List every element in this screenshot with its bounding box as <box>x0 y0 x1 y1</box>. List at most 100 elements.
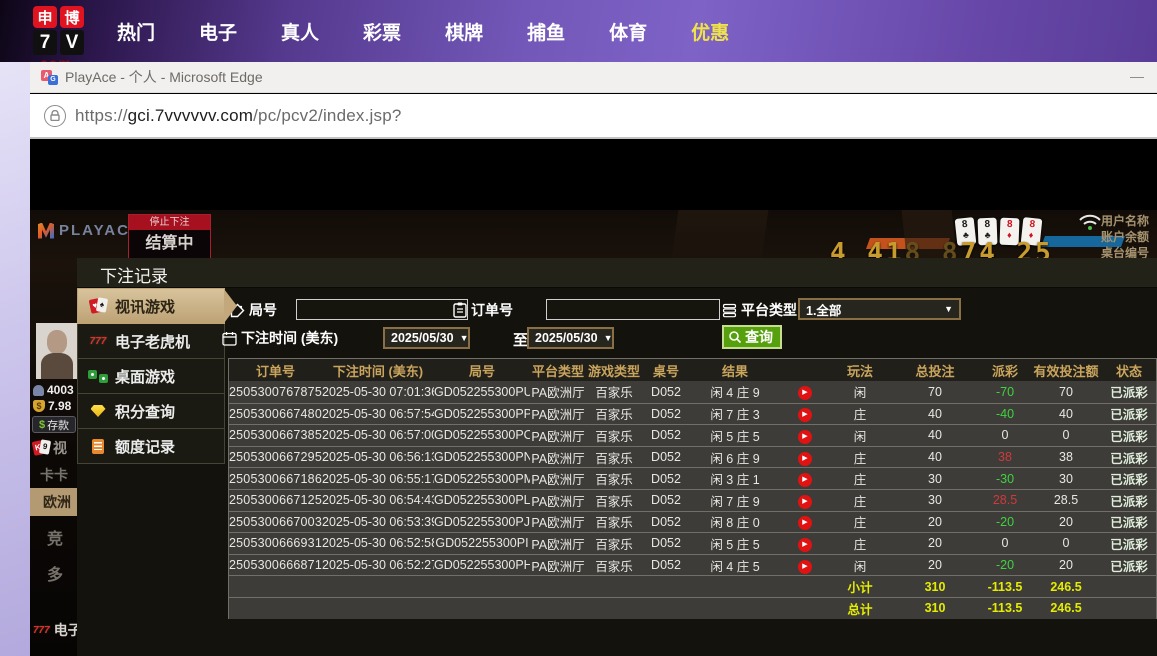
nav-item[interactable]: 体育 <box>609 18 647 45</box>
table-row: 250530066700327 2025-05-30 06:53:39 GD05… <box>229 511 1156 533</box>
date-to-value: 2025/05/30 <box>535 331 598 345</box>
round-id-input[interactable] <box>296 299 468 320</box>
replay-button[interactable]: ▶ <box>798 495 812 509</box>
chevron-down-icon: ▼ <box>604 333 613 343</box>
cell-bet-time: 2025-05-30 06:56:13 <box>322 450 434 464</box>
money-bag-icon: $ <box>33 400 45 412</box>
cell-total-bet: 30 <box>890 493 980 507</box>
cell-result: 闲 6 庄 9 <box>690 448 780 467</box>
cell-table-no: D052 <box>642 450 690 464</box>
cell-play-type: 庄 <box>830 404 890 423</box>
cell-game-type: 百家乐 <box>586 404 642 423</box>
cell-valid-bet: 0 <box>1030 536 1102 550</box>
cell-platform: PA欧洲厅 <box>530 534 586 553</box>
tab-video-games[interactable]: ♥♠ 视讯游戏 <box>77 288 225 324</box>
platform-type-label-text: 平台类型 <box>741 300 797 320</box>
cell-game-type: 百家乐 <box>586 491 642 510</box>
lobby-item-kaka[interactable]: 卡卡 <box>40 465 68 485</box>
cell-order-id: 250530076787515 <box>229 385 322 399</box>
nav-item[interactable]: 捕鱼 <box>527 18 565 45</box>
date-to-select[interactable]: 2025/05/30 ▼ <box>527 327 614 349</box>
cell-round-id: GD052255300PU <box>434 385 530 399</box>
cell-play-type: 庄 <box>830 512 890 531</box>
cell-game-type: 百家乐 <box>586 556 642 575</box>
header-cell: 订单号 <box>229 361 322 380</box>
nav-item[interactable]: 优惠 <box>691 18 729 45</box>
browser-urlbar[interactable]: https://gci.7vvvvvv.com/pc/pcv2/index.js… <box>30 94 1157 139</box>
lobby-item-europe-active[interactable]: 欧洲 <box>30 488 77 516</box>
cell-total-bet: 20 <box>890 536 980 550</box>
replay-button[interactable]: ▶ <box>798 408 812 422</box>
cell-play-type: 庄 <box>830 448 890 467</box>
replay-button[interactable]: ▶ <box>798 473 812 487</box>
table-body: 250530076787515 2025-05-30 07:01:36 GD05… <box>229 381 1156 575</box>
cell-round-id: GD052255300PH <box>434 558 530 572</box>
site-logo[interactable]: 申 博 7 V .com <box>33 6 91 62</box>
browser-titlebar[interactable]: AG PlayAce - 个人 - Microsoft Edge — <box>30 62 1157 93</box>
nav-item[interactable]: 彩票 <box>363 18 401 45</box>
replay-button[interactable]: ▶ <box>798 538 812 552</box>
subtotal-label: 小计 <box>830 577 890 596</box>
cell-total-bet: 70 <box>890 385 980 399</box>
lobby-jing-label: 竞 <box>47 525 63 549</box>
cell-play-type: 闲 <box>830 382 890 401</box>
platform-type-label: 平台类型 <box>722 300 797 320</box>
tab-slot-machines[interactable]: 777 电子老虎机 <box>77 323 225 359</box>
bet-time-label-text: 下注时间 (美东) <box>241 328 338 348</box>
replay-button[interactable]: ▶ <box>798 386 812 400</box>
cell-valid-bet: 28.5 <box>1030 493 1102 507</box>
nav-item[interactable]: 电子 <box>199 18 237 45</box>
tab-table-games-label: 桌面游戏 <box>115 366 175 387</box>
tab-points-query[interactable]: 积分查询 <box>77 393 225 429</box>
date-from-select[interactable]: 2025/05/30 ▼ <box>383 327 470 349</box>
deposit-label: 存款 <box>47 417 69 433</box>
table-row: 250530076787515 2025-05-30 07:01:36 GD05… <box>229 381 1156 403</box>
header-cell: 玩法 <box>830 361 890 380</box>
lobby-item-video[interactable]: K9 视 <box>33 438 67 458</box>
lobby-item-slots[interactable]: 777 电子 <box>33 620 82 640</box>
minimize-button[interactable]: — <box>1130 71 1144 83</box>
cell-table-no: D052 <box>642 472 690 486</box>
lobby-europe-label: 欧洲 <box>43 492 71 512</box>
site-navbar: 申 博 7 V .com 热门 电子 真人 彩票 棋牌 捕鱼 体育 优惠 <box>0 0 1157 62</box>
lobby-item-duo[interactable]: 多 <box>47 561 63 585</box>
replay-button[interactable]: ▶ <box>798 430 812 444</box>
cell-round-id: GD052255300PP <box>434 407 530 421</box>
dollar-icon: $ <box>39 419 45 431</box>
replay-button[interactable]: ▶ <box>798 516 812 530</box>
tab-credit-records[interactable]: 额度记录 <box>77 428 225 464</box>
cell-total-bet: 20 <box>890 515 980 529</box>
cell-platform: PA欧洲厅 <box>530 382 586 401</box>
order-id-input[interactable] <box>546 299 720 320</box>
user-avatar[interactable] <box>36 323 78 379</box>
slots-777-icon: 777 <box>33 625 50 636</box>
tab-slot-machines-label: 电子老虎机 <box>115 331 190 352</box>
nav-item[interactable]: 棋牌 <box>445 18 483 45</box>
logo-badge-bo: 博 <box>60 6 84 28</box>
lobby-duo-label: 多 <box>47 561 63 585</box>
dice-icon <box>86 370 110 383</box>
cell-table-no: D052 <box>642 493 690 507</box>
deposit-button[interactable]: $ 存款 <box>32 416 76 433</box>
tab-table-games[interactable]: 桌面游戏 <box>77 358 225 394</box>
url-host: gci.7vvvvvv.com <box>128 106 254 125</box>
table-row: 250530066712593 2025-05-30 06:54:43 GD05… <box>229 489 1156 511</box>
lock-icon[interactable] <box>44 105 66 127</box>
cell-valid-bet: 30 <box>1030 472 1102 486</box>
url-text[interactable]: https://gci.7vvvvvv.com/pc/pcv2/index.js… <box>75 106 402 126</box>
user-balance-value: 7.98 <box>48 399 71 413</box>
lobby-item-jing[interactable]: 竞 <box>47 525 63 549</box>
search-button[interactable]: 查询 <box>722 325 782 349</box>
tab-video-games-label: 视讯游戏 <box>115 296 175 317</box>
platform-type-select[interactable]: 1.全部 ▼ <box>798 298 961 320</box>
date-from-value: 2025/05/30 <box>391 331 454 345</box>
cell-play-type: 庄 <box>830 491 890 510</box>
replay-button[interactable]: ▶ <box>798 452 812 466</box>
replay-button[interactable]: ▶ <box>798 560 812 574</box>
header-cell: 派彩 <box>980 361 1030 380</box>
cell-payout: -20 <box>980 558 1030 572</box>
nav-item[interactable]: 真人 <box>281 18 319 45</box>
account-info-labels: 用户名称 账户余额 桌台编号 <box>1101 213 1149 261</box>
cell-platform: PA欧洲厅 <box>530 469 586 488</box>
nav-item[interactable]: 热门 <box>117 18 155 45</box>
